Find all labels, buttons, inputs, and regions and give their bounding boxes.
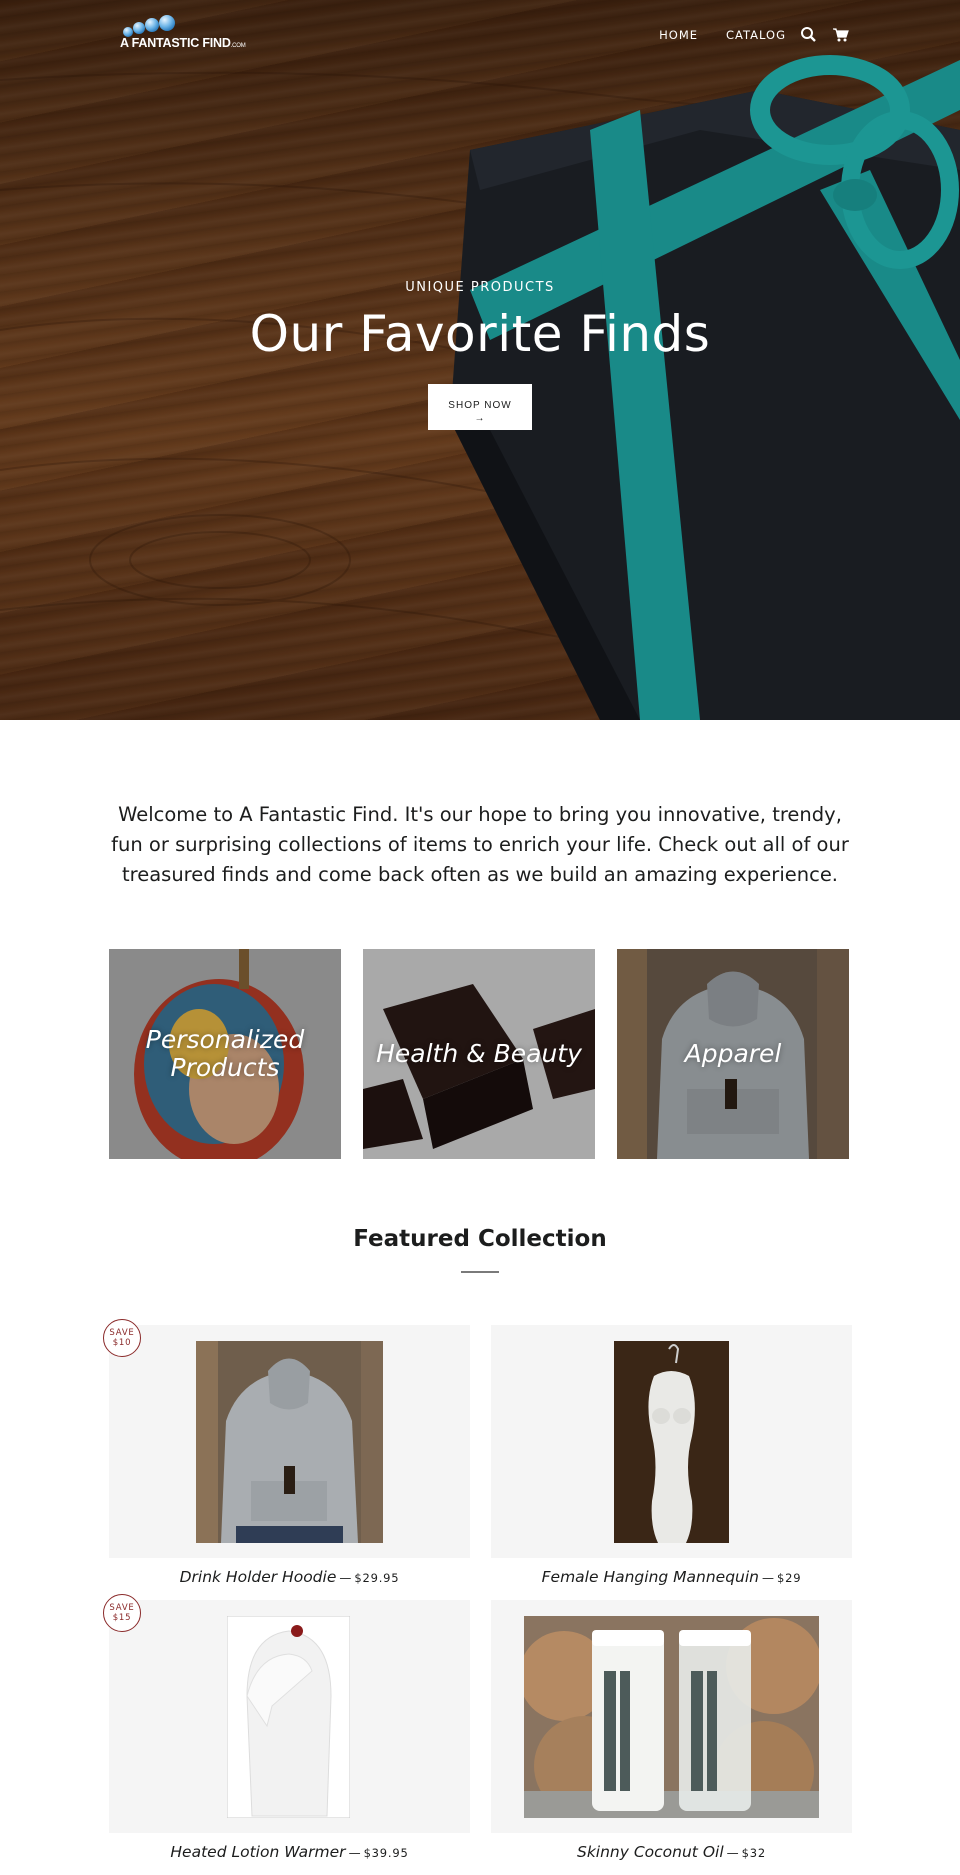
cart-icon[interactable] [832,26,850,44]
featured-collection-title: Featured Collection [353,1226,607,1252]
product-name[interactable]: Skinny Coconut Oil [577,1843,724,1861]
product-name[interactable]: Heated Lotion Warmer [170,1843,345,1861]
collection-title: Personalized Products [145,1025,305,1082]
site-header: A FANTASTIC FIND.COM HOME CATALOG [0,0,960,70]
site-logo[interactable]: A FANTASTIC FIND.COM [118,14,246,56]
product-price: $29.95 [354,1571,400,1585]
shop-now-label: SHOP NOW [448,400,512,411]
collection-title: Health & Beauty [376,1039,582,1068]
price-separator: — [339,1571,352,1585]
hero-eyebrow: UNIQUE PRODUCTS [405,280,555,295]
collection-apparel[interactable]: Apparel [617,949,849,1159]
product-image-box [109,1325,470,1558]
product-image-coconut-oil [524,1616,819,1818]
sale-badge-amount: $15 [112,1613,132,1623]
product-name[interactable]: Drink Holder Hoodie [180,1568,337,1586]
hero-content: UNIQUE PRODUCTS Our Favorite Finds SHOP … [0,280,960,430]
sale-badge: SAVE $10 [103,1319,141,1357]
sale-badge-label: SAVE [109,1328,135,1338]
product-caption: Heated Lotion Warmer — $39.95 [109,1842,470,1861]
product-price: $29 [777,1571,802,1585]
product-image-box [491,1600,852,1833]
nav-home[interactable]: HOME [659,28,698,42]
nav-catalog[interactable]: CATALOG [726,28,786,42]
welcome-text: Welcome to A Fantastic Find. It's our ho… [111,803,849,886]
product-caption: Female Hanging Mannequin — $29 [491,1567,852,1586]
collection-grid: Personalized Products Health & Beauty Ap… [109,949,849,1159]
collection-personalized-products[interactable]: Personalized Products [109,949,341,1159]
sale-badge-amount: $10 [112,1338,132,1348]
main-nav: HOME CATALOG [631,26,850,44]
price-separator: — [726,1846,739,1860]
hero-title: Our Favorite Finds [249,305,711,363]
product-price: $39.95 [363,1846,409,1860]
search-icon[interactable] [800,26,818,44]
sale-badge-label: SAVE [109,1603,135,1613]
shop-now-button[interactable]: SHOP NOW → [428,384,532,430]
hero-banner: A FANTASTIC FIND.COM HOME CATALOG UNIQUE… [0,0,960,720]
product-image-hoodie [196,1341,383,1543]
product-image-box [109,1600,470,1833]
collection-health-beauty[interactable]: Health & Beauty [363,949,595,1159]
product-caption: Drink Holder Hoodie — $29.95 [109,1567,470,1586]
price-separator: — [762,1571,775,1585]
collection-title: Apparel [684,1039,782,1068]
product-image-box [491,1325,852,1558]
price-separator: — [348,1846,361,1860]
product-name[interactable]: Female Hanging Mannequin [542,1568,759,1586]
logo-bubbles-icon [123,15,175,37]
product-image-lotion-warmer [227,1616,350,1818]
arrow-right-icon: → [474,413,486,424]
product-caption: Skinny Coconut Oil — $32 [491,1842,852,1861]
product-price: $32 [741,1846,766,1860]
product-image-mannequin [614,1341,729,1543]
logo-text: A FANTASTIC FIND.COM [120,36,246,50]
section-divider [461,1271,499,1273]
sale-badge: SAVE $15 [103,1594,141,1632]
